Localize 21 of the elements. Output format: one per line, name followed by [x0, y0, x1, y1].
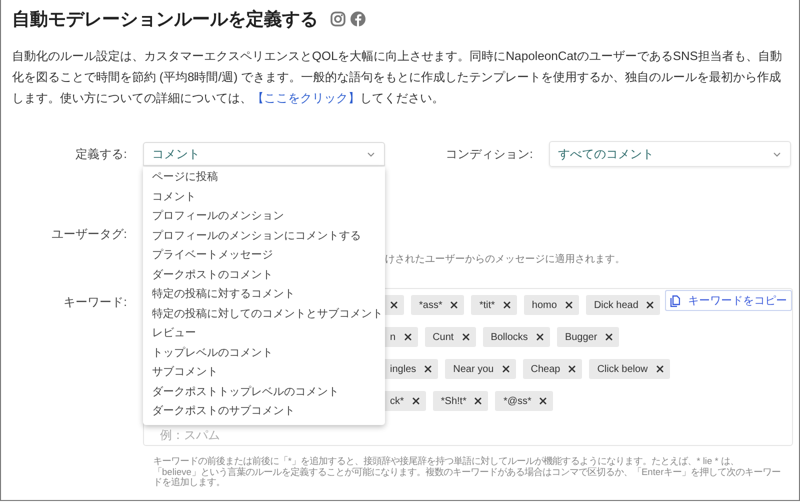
description-text: 自動化のルール設定は、カスタマーエクスペリエンスとQOLを大幅に向上させます。同時にNapoleonCatのユーザーであるSNS担当者も、自動化を図ることで時間を節約 (平均8時間/週) できます。一般的な語句をもとに作成したテンプレートを使用するか、独自のルールを最初から作成します。使い方についての詳細については、【ここをクリック】してください。: [12, 48, 783, 107]
keyword-tag: homo: [524, 295, 579, 315]
keyword-tag: Dick head: [586, 295, 660, 315]
keyword-tag: Bugger: [556, 327, 620, 347]
field-label: ユーザータグ:: [50, 226, 127, 242]
field-label: キーワード:: [62, 294, 127, 311]
keyword-tag: *tit*: [471, 295, 517, 315]
help-text: キーワードの前後または前後に「*」を追加すると、接頭辞や接尾辞を持つ単語に対してルールが機能するようになります。たとえば、* lie * は、「believe」という言葉のルールを定義することが可能になります。複数のキーワードがある場合はコンマで区切るか、「Enterキー」を押して次のキーワードを追加します。: [153, 456, 781, 488]
keyword-tag: Cheap: [522, 359, 582, 379]
keyword-tag: *Sh!t*: [432, 391, 488, 411]
keyword-tag: Click below: [589, 359, 670, 379]
keyword-tag: *ass*: [411, 295, 464, 315]
page-title: 自動モデレーションルールを定義する: [12, 8, 318, 31]
input-placeholder: 例：スパム: [160, 427, 220, 444]
keyword-tag: Bollocks: [482, 327, 550, 347]
keyword-tag: *@ss*: [495, 391, 554, 411]
hint-text: けされたユーザーからのメッセージに適用されます。: [385, 252, 625, 266]
keyword-tag: Cunt: [424, 327, 476, 347]
field-label: コンディション:: [446, 146, 533, 162]
keyword-tag: Near you: [445, 359, 516, 379]
field-label: 定義する:: [74, 146, 127, 162]
